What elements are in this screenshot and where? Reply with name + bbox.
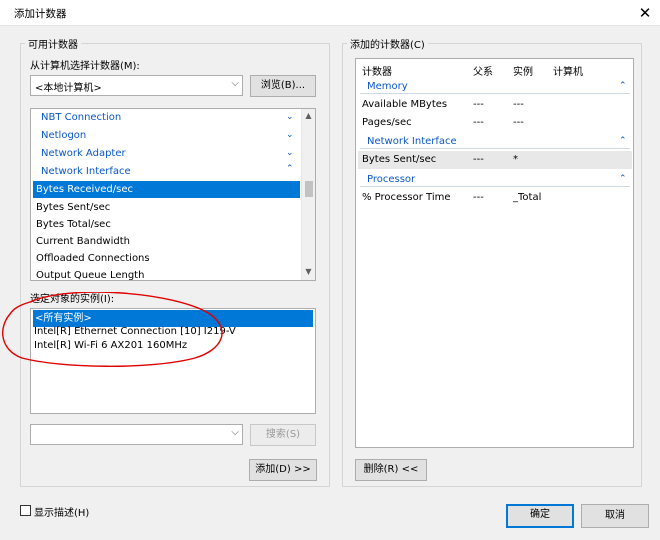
table-row-counter[interactable]: % Processor Time: [362, 192, 451, 203]
browse-button[interactable]: 浏览(B)...: [250, 75, 316, 97]
section-header-memory[interactable]: Memory: [367, 81, 408, 92]
ok-button[interactable]: 确定: [506, 504, 574, 528]
list-item-counter[interactable]: Current Bandwidth: [36, 233, 130, 250]
title-bar: [0, 0, 660, 26]
select-from-computer-label: 从计算机选择计数器(M):: [30, 61, 140, 72]
column-header-counter[interactable]: 计数器: [362, 63, 392, 78]
close-icon[interactable]: ✕: [634, 2, 656, 24]
table-row-instance: ---: [513, 117, 524, 128]
table-row-instance: *: [513, 154, 518, 165]
add-button[interactable]: 添加(D) >>: [249, 459, 317, 481]
chevron-down-icon[interactable]: ⌄: [286, 148, 294, 158]
chevron-up-icon[interactable]: ⌃: [619, 81, 627, 91]
table-row-counter[interactable]: Bytes Sent/sec: [362, 154, 436, 165]
scroll-up-icon[interactable]: ▲: [302, 111, 315, 120]
computer-select-value: <本地计算机>: [35, 83, 102, 94]
table-row-instance: _Total: [513, 192, 542, 203]
chevron-up-icon[interactable]: ⌃: [619, 136, 627, 146]
show-description-label: 显示描述(H): [34, 508, 90, 519]
added-counters-label: 添加的计数器(C): [347, 36, 428, 51]
scroll-thumb[interactable]: [305, 181, 313, 197]
scroll-down-icon[interactable]: ▼: [302, 267, 315, 276]
search-button[interactable]: 搜索(S): [250, 424, 316, 446]
counter-list[interactable]: NBT Connection ⌄ Netlogon ⌄ Network Adap…: [30, 108, 316, 281]
chevron-down-icon: ⌵: [231, 427, 239, 438]
table-row-parent: ---: [473, 117, 484, 128]
show-description-checkbox[interactable]: [20, 505, 31, 516]
computer-select[interactable]: <本地计算机> ⌵: [30, 75, 243, 96]
available-counters-label: 可用计数器: [25, 36, 81, 51]
list-item-counter[interactable]: Bytes Total/sec: [36, 216, 111, 233]
list-item-category[interactable]: NBT Connection: [41, 109, 121, 126]
list-item-category[interactable]: Network Adapter: [41, 145, 126, 162]
chevron-down-icon[interactable]: ⌄: [286, 130, 294, 140]
window-title: 添加计数器: [14, 8, 67, 20]
section-divider: [360, 93, 630, 94]
section-header-network-interface[interactable]: Network Interface: [367, 136, 457, 147]
counter-list-scrollbar[interactable]: ▲ ▼: [301, 109, 315, 280]
column-header-parent[interactable]: 父系: [473, 63, 493, 78]
chevron-up-icon[interactable]: ⌃: [619, 174, 627, 184]
section-divider: [360, 186, 630, 187]
section-header-processor[interactable]: Processor: [367, 174, 415, 185]
chevron-up-icon[interactable]: ⌃: [286, 164, 294, 174]
table-row-parent: ---: [473, 192, 484, 203]
added-counters-table[interactable]: 计数器 父系 实例 计算机 Memory ⌃ Available MBytes …: [355, 58, 634, 448]
search-input[interactable]: ⌵: [30, 424, 243, 445]
column-header-instance[interactable]: 实例: [513, 63, 533, 78]
list-item-counter[interactable]: Bytes Sent/sec: [36, 199, 110, 216]
list-item-category[interactable]: Network Interface: [41, 163, 131, 180]
column-header-computer[interactable]: 计算机: [553, 63, 583, 78]
chevron-down-icon[interactable]: ⌄: [286, 112, 294, 122]
annotation-circle: [2, 292, 223, 367]
table-row-instance: ---: [513, 99, 524, 110]
remove-button[interactable]: 删除(R) <<: [355, 459, 427, 481]
cancel-button[interactable]: 取消: [581, 504, 649, 528]
table-row-parent: ---: [473, 154, 484, 165]
table-row-counter[interactable]: Pages/sec: [362, 117, 412, 128]
section-divider: [360, 148, 630, 149]
list-item-counter[interactable]: Output Queue Length: [36, 267, 144, 280]
table-row-counter[interactable]: Available MBytes: [362, 99, 447, 110]
list-item-counter[interactable]: Offloaded Connections: [36, 250, 150, 267]
list-item-category[interactable]: Netlogon: [41, 127, 86, 144]
table-row-parent: ---: [473, 99, 484, 110]
list-item-counter-selected[interactable]: Bytes Received/sec: [33, 181, 300, 198]
chevron-down-icon: ⌵: [231, 78, 239, 89]
